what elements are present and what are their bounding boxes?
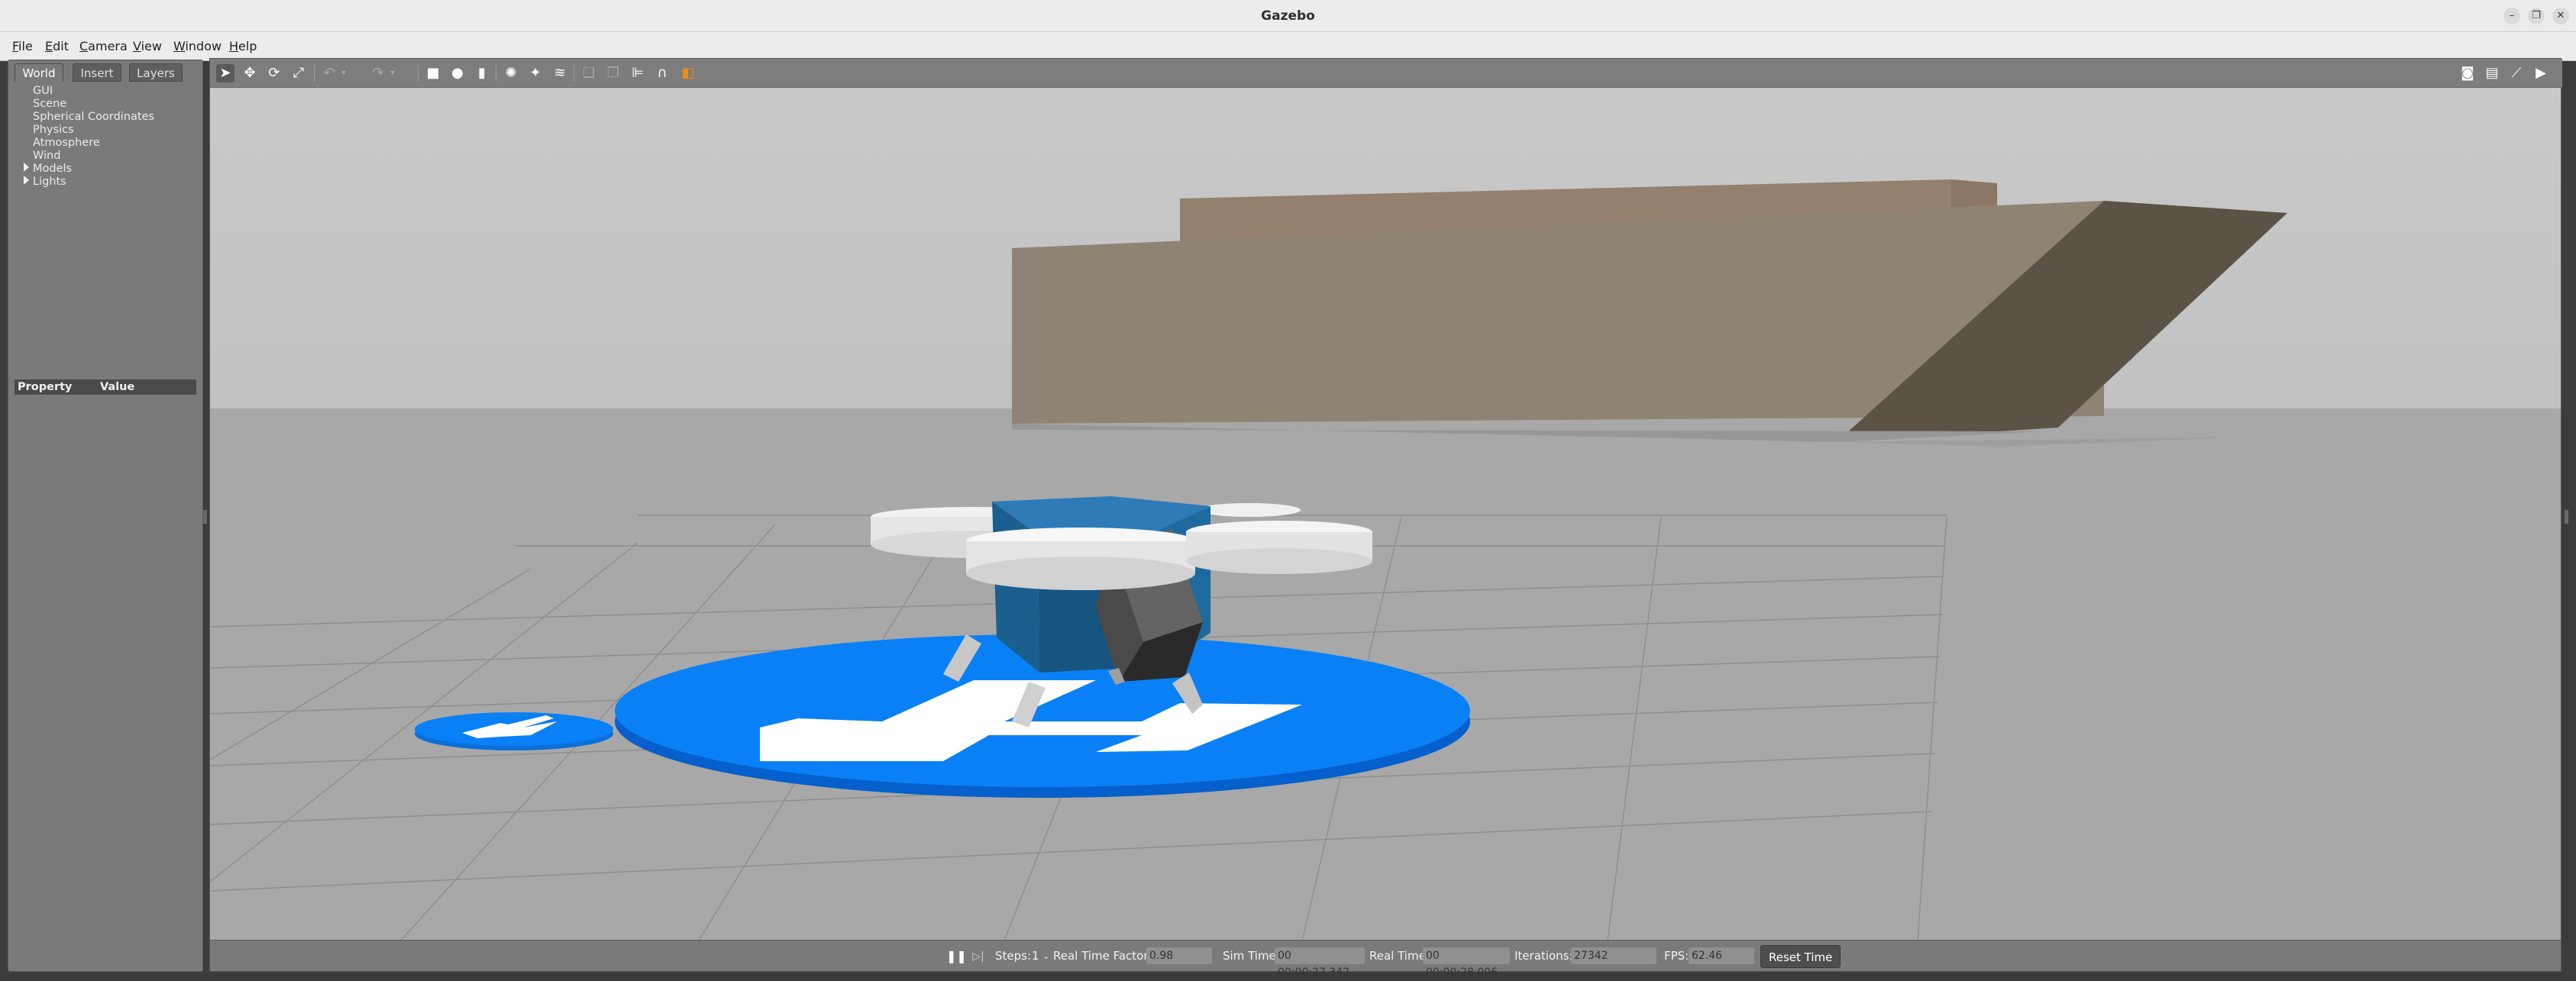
right-panel-resize-handle[interactable] bbox=[2565, 510, 2568, 524]
plot-icon[interactable]: ⟋ bbox=[2507, 64, 2526, 82]
translate-icon[interactable]: ✥ bbox=[241, 64, 259, 82]
reset-time-button[interactable]: Reset Time bbox=[1760, 945, 1841, 968]
real-time-label: Real Time: bbox=[1369, 949, 1430, 963]
tree-item-scene[interactable]: Scene bbox=[33, 98, 66, 111]
steps-label: Steps: bbox=[995, 949, 1032, 963]
property-column-header: Property bbox=[18, 381, 73, 393]
scale-icon[interactable]: ⤢ bbox=[289, 64, 308, 82]
snap-icon[interactable]: ∩ bbox=[653, 64, 671, 82]
copy-icon[interactable]: ❏ bbox=[580, 64, 598, 82]
panel-tabs: World Insert Layers bbox=[8, 60, 204, 83]
iterations-field: 27342 bbox=[1571, 947, 1656, 964]
undo-icon[interactable]: ↶ bbox=[320, 64, 338, 82]
sim-time-label: Sim Time: bbox=[1223, 949, 1280, 963]
real-time-field: 00 00:00:28.006 bbox=[1423, 947, 1510, 979]
rtf-field: 0.98 bbox=[1146, 947, 1212, 964]
directional-light-icon[interactable]: ≋ bbox=[551, 64, 569, 82]
close-icon[interactable]: ✕ bbox=[2552, 8, 2569, 24]
steps-spinner-icon[interactable]: ⌄ bbox=[1042, 941, 1049, 972]
steps-value[interactable]: 1 bbox=[1032, 941, 1039, 972]
cylinder-shape-icon[interactable]: ▮ bbox=[473, 64, 491, 82]
paste-icon[interactable]: ❐ bbox=[604, 64, 622, 82]
menu-view[interactable]: View bbox=[133, 32, 162, 61]
tree-item-spherical-coordinates[interactable]: Spherical Coordinates bbox=[33, 111, 154, 124]
menu-edit[interactable]: Edit bbox=[45, 32, 69, 61]
sim-time-field: 00 00:00:27.342 bbox=[1275, 947, 1365, 979]
menubar: File Edit Camera View Window Help bbox=[0, 32, 2576, 61]
redo-icon[interactable]: ↷ bbox=[369, 64, 387, 82]
redo-dropdown-icon[interactable]: ▾ bbox=[387, 64, 398, 82]
pause-icon[interactable]: ❚❚ bbox=[946, 947, 967, 966]
box-shape-icon[interactable]: ■ bbox=[424, 64, 442, 82]
tab-insert[interactable]: Insert bbox=[73, 63, 121, 82]
step-icon[interactable]: ▷| bbox=[969, 947, 987, 966]
property-table-header: Property Value bbox=[15, 379, 196, 395]
maximize-icon[interactable]: ❐ bbox=[2528, 8, 2545, 24]
log-icon[interactable]: ▤ bbox=[2483, 64, 2501, 82]
fps-field: 62.46 bbox=[1689, 947, 1754, 964]
menu-file[interactable]: File bbox=[12, 32, 33, 61]
tree-item-gui[interactable]: GUI bbox=[33, 85, 53, 98]
spot-light-icon[interactable]: ✦ bbox=[526, 64, 545, 82]
menu-camera[interactable]: Camera bbox=[79, 32, 128, 61]
sphere-shape-icon[interactable]: ● bbox=[448, 64, 467, 82]
tree-item-models[interactable]: Models bbox=[33, 163, 72, 176]
window-titlebar[interactable]: Gazebo – ❐ ✕ bbox=[0, 0, 2576, 32]
render-viewport[interactable]: ➤ ✥ ⟳ ⤢ ↶ ▾ ↷ ▾ ■ ● ▮ ✺ ✦ ≋ ❏ ❐ ⊫ ∩ ◧ ◙ … bbox=[209, 58, 2562, 979]
tree-item-lights[interactable]: Lights bbox=[33, 176, 66, 189]
select-arrow-icon[interactable]: ➤ bbox=[216, 64, 234, 82]
tree-item-wind[interactable]: Wind bbox=[33, 150, 60, 163]
rotate-icon[interactable]: ⟳ bbox=[265, 64, 283, 82]
small-helipad bbox=[415, 712, 613, 750]
rtf-label: Real Time Factor: bbox=[1053, 949, 1152, 963]
window-title: Gazebo bbox=[1261, 8, 1315, 24]
tree-item-atmosphere[interactable]: Atmosphere bbox=[33, 137, 100, 150]
change-view-icon[interactable]: ◧ bbox=[679, 64, 697, 82]
expand-arrow-icon[interactable] bbox=[24, 163, 29, 172]
record-video-icon[interactable]: ▶ bbox=[2532, 64, 2550, 82]
menu-help[interactable]: Help bbox=[229, 32, 257, 61]
expand-arrow-icon[interactable] bbox=[24, 176, 29, 185]
building-model bbox=[1012, 179, 2287, 447]
panel-resize-handle[interactable] bbox=[203, 510, 207, 524]
simulation-status-bar: ❚❚ ▷| Steps: 1 ⌄ Real Time Factor: 0.98 … bbox=[210, 940, 2561, 979]
menu-window[interactable]: Window bbox=[173, 32, 221, 61]
tab-world[interactable]: World bbox=[15, 63, 63, 82]
tree-item-physics[interactable]: Physics bbox=[33, 124, 74, 137]
fps-label: FPS: bbox=[1664, 949, 1689, 963]
minimize-icon[interactable]: – bbox=[2503, 8, 2520, 24]
iterations-label: Iterations: bbox=[1514, 949, 1573, 963]
viewport-toolbar: ➤ ✥ ⟳ ⤢ ↶ ▾ ↷ ▾ ■ ● ▮ ✺ ✦ ≋ ❏ ❐ ⊫ ∩ ◧ ◙ … bbox=[210, 59, 2562, 88]
value-column-header: Value bbox=[100, 381, 135, 393]
tab-layers[interactable]: Layers bbox=[129, 63, 183, 82]
point-light-icon[interactable]: ✺ bbox=[502, 64, 520, 82]
world-panel: World Insert Layers GUI Scene Spherical … bbox=[8, 60, 203, 972]
3d-scene[interactable] bbox=[210, 88, 2561, 941]
screenshot-icon[interactable]: ◙ bbox=[2458, 64, 2477, 82]
undo-dropdown-icon[interactable]: ▾ bbox=[338, 64, 349, 82]
align-icon[interactable]: ⊫ bbox=[629, 64, 647, 82]
